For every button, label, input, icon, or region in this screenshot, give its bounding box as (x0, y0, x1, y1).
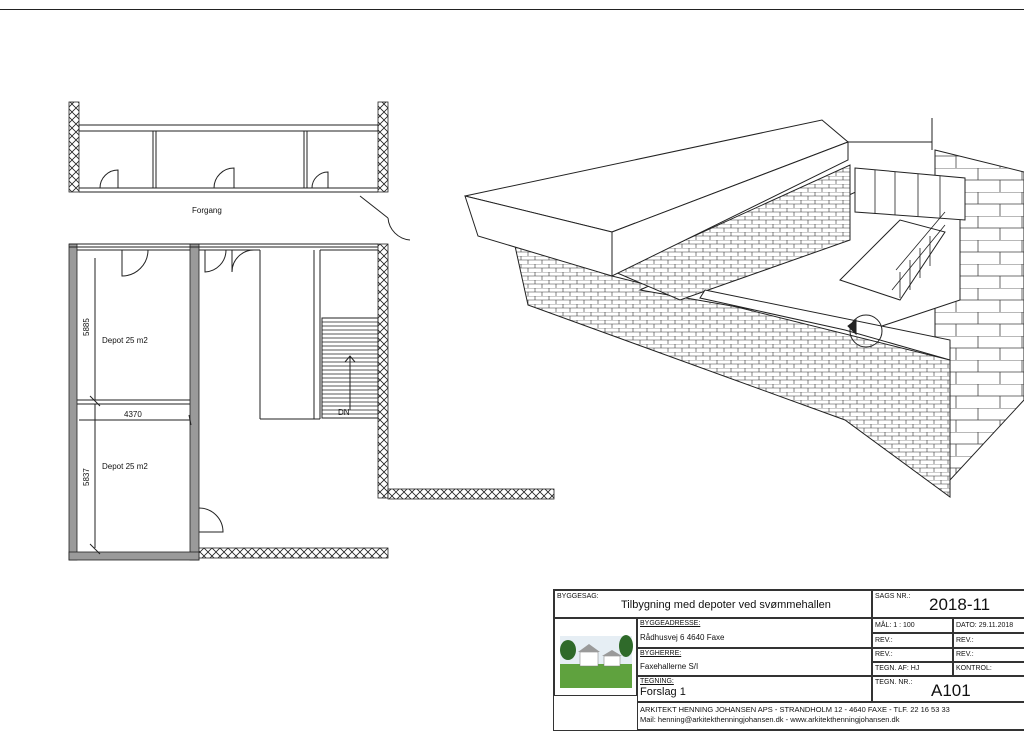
tegning-value: Forslag 1 (640, 686, 686, 698)
sags-nr-value: 2018-11 (929, 595, 991, 614)
bygherre-value: Faxehallerne S/I (640, 662, 699, 671)
byggeadresse-label: BYGGEADRESSE: (640, 620, 701, 627)
byggeadresse-value: Rådhusvej 6 4640 Faxe (640, 633, 725, 642)
dimension-horizontal: 4370 (124, 410, 142, 419)
bygherre-label: BYGHERRE: (640, 650, 682, 657)
tegning-cell: TEGNING: Forslag 1 (637, 676, 872, 702)
room-label-depot-1: Depot 25 m2 (102, 336, 148, 345)
dimension-vertical-1: 5885 (82, 318, 91, 336)
logo-cell (554, 618, 637, 696)
room-label-forgang: Forgang (192, 206, 222, 215)
sags-nr-cell: SAGS NR.: 2018-11 (872, 590, 1024, 618)
sags-nr-label: SAGS NR.: (875, 593, 911, 600)
bygherre-cell: BYGHERRE: Faxehallerne S/I (637, 648, 872, 676)
byggeadresse-cell: BYGGEADRESSE: Rådhusvej 6 4640 Faxe (637, 618, 872, 648)
maal: MÅL: 1 : 100 (875, 622, 915, 629)
perspective-view (464, 118, 1024, 498)
byggesag-label: BYGGESAG: (557, 593, 599, 600)
byggesag-value: Tilbygning med depoter ved svømmehallen (621, 599, 831, 611)
dato: DATO: 29.11.2018 (956, 622, 1014, 629)
firm-cell: ARKITEKT HENNING JOHANSEN APS - STRANDHO… (637, 702, 1024, 730)
tegn-nr-label: TEGN. NR.: (875, 679, 913, 686)
dimension-vertical-2: 5837 (82, 468, 91, 486)
rev-1: REV.: (875, 637, 893, 644)
tegn-nr-value: A101 (931, 681, 971, 700)
stair-label: DN (338, 408, 350, 417)
title-block: BYGGESAG: Tilbygning med depoter ved svø… (553, 589, 1024, 731)
byggesag-cell: BYGGESAG: Tilbygning med depoter ved svø… (554, 590, 872, 618)
room-label-depot-2: Depot 25 m2 (102, 462, 148, 471)
rev-4: REV.: (956, 651, 974, 658)
firm-line-1: ARKITEKT HENNING JOHANSEN APS - STRANDHO… (640, 705, 950, 714)
rev-3: REV.: (875, 651, 893, 658)
tegning-label: TEGNING: (640, 678, 674, 685)
firm-line-2: Mail: henning@arkitekthenningjohansen.dk… (640, 715, 900, 724)
tegn-af: TEGN. AF: HJ (875, 665, 920, 672)
kontrol: KONTROL: (956, 665, 992, 672)
tegn-nr-cell: TEGN. NR.: A101 (872, 676, 1024, 702)
rev-2: REV.: (956, 637, 974, 644)
